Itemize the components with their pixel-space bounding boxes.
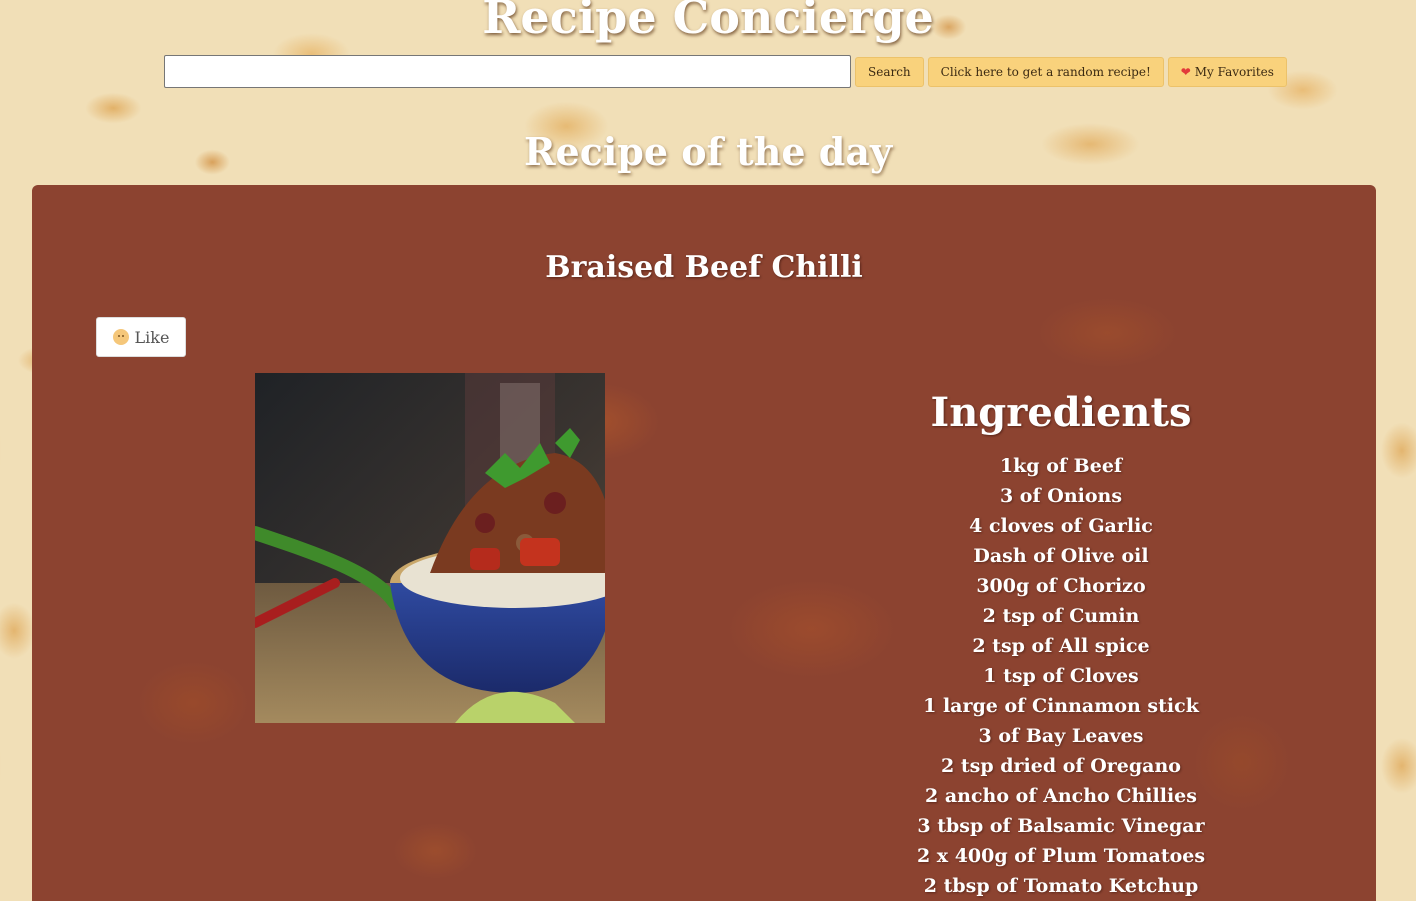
recipe-photo <box>255 373 605 723</box>
like-button[interactable]: Like <box>96 317 186 357</box>
ingredient-item: 2 ancho of Ancho Chillies <box>925 785 1197 807</box>
ingredients-list: 1kg of Beef 3 of Onions 4 cloves of Garl… <box>744 451 1378 901</box>
ingredient-item: 2 tsp of Cumin <box>982 605 1140 627</box>
ingredient-item: 3 tbsp of Balsamic Vinegar <box>917 815 1205 837</box>
page-header: Recipe Concierge Search Click here to ge… <box>0 0 1416 185</box>
ingredient-item: 3 of Onions <box>999 485 1123 507</box>
search-input[interactable] <box>164 55 851 88</box>
recipe-of-the-day-heading: Recipe of the day <box>523 129 893 174</box>
ingredient-item: 4 cloves of Garlic <box>969 515 1153 537</box>
ingredients-heading: Ingredients <box>930 389 1192 436</box>
ingredient-item: 300g of Chorizo <box>976 575 1146 597</box>
recipe-title: Braised Beef Chilli <box>545 250 863 285</box>
recipe-card: Braised Beef Chilli Like Ingredients 1kg… <box>32 185 1376 901</box>
ingredient-item: 2 tbsp of Tomato Ketchup <box>923 875 1199 897</box>
recipe-image <box>255 373 605 723</box>
ingredient-item: 2 tsp of All spice <box>972 635 1150 657</box>
my-favorites-label: My Favorites <box>1194 64 1274 79</box>
ingredient-item: 1 tsp of Cloves <box>983 665 1139 687</box>
search-button[interactable]: Search <box>855 56 924 87</box>
heart-icon: ❤ <box>1180 64 1191 79</box>
site-title: Recipe Concierge <box>482 0 934 44</box>
ingredient-item: 2 x 400g of Plum Tomatoes <box>916 845 1206 867</box>
ingredient-item: 1 large of Cinnamon stick <box>923 695 1199 717</box>
ingredient-item: 3 of Bay Leaves <box>978 725 1144 747</box>
ingredient-item: 2 tsp dried of Oregano <box>941 755 1181 777</box>
like-label: Like <box>134 327 170 347</box>
smiley-face-icon <box>112 329 129 345</box>
random-recipe-button[interactable]: Click here to get a random recipe! <box>927 56 1164 87</box>
ingredient-item: Dash of Olive oil <box>973 545 1149 567</box>
my-favorites-button[interactable]: ❤ My Favorites <box>1167 56 1287 87</box>
ingredient-item: 1kg of Beef <box>999 455 1123 477</box>
search-bar: Search Click here to get a random recipe… <box>164 55 1287 88</box>
